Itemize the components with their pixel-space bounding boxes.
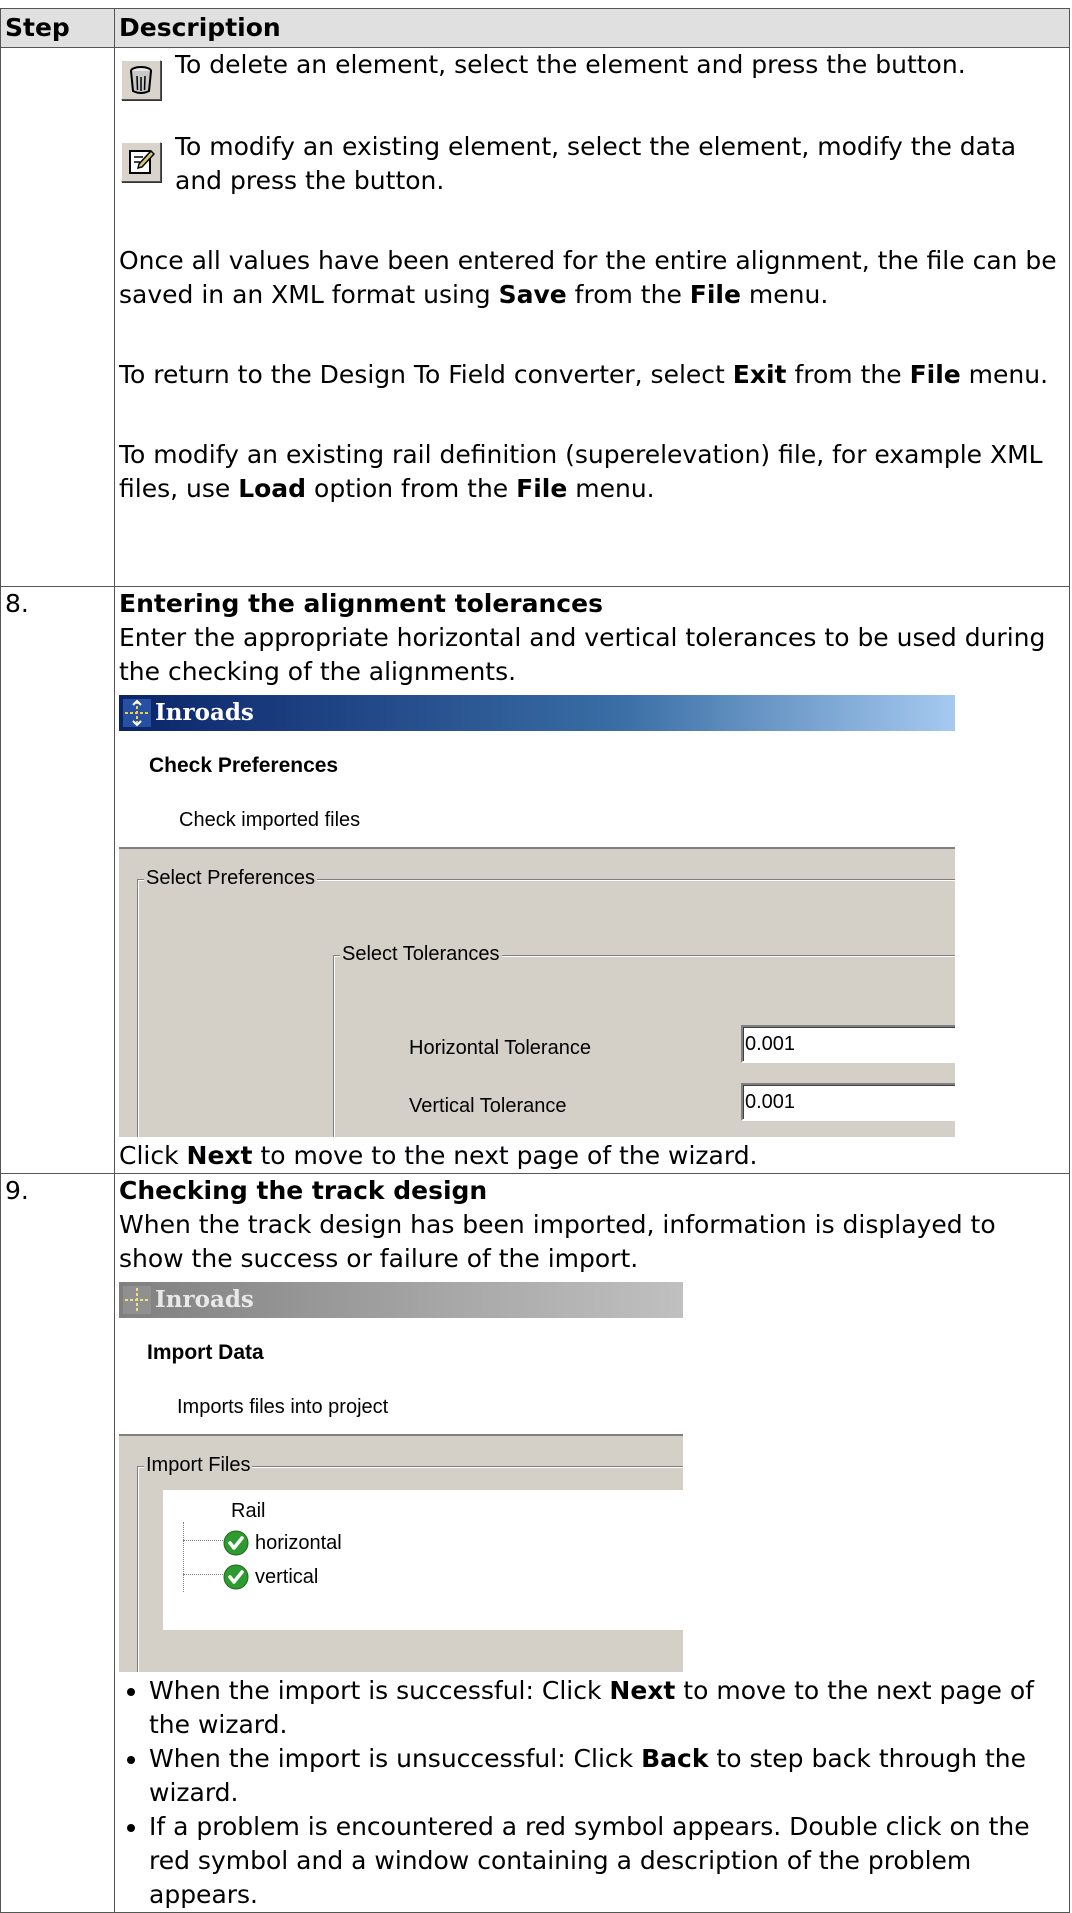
success-check-icon [223,1530,249,1556]
inroads-app-icon [123,1286,151,1314]
table-row: 8. Entering the alignment tolerances Ent… [0,586,1070,1174]
description-cell: To delete an element, select the element… [114,47,1070,587]
tree-item-vertical[interactable]: vertical [223,1560,318,1594]
step-number: 8. [0,586,115,1174]
vertical-tolerance-input[interactable]: 0.001 [741,1083,955,1121]
step-title: Checking the track design [119,1176,488,1205]
group-legend: Select Preferences [144,866,317,890]
import-data-dialog: Inroads Import Data Imports files into p… [119,1282,683,1672]
table-row: 9. Checking the track design When the tr… [0,1173,1070,1913]
wizard-page-subtitle: Imports files into project [177,1396,389,1418]
import-tree: Rail horizontal vertical [163,1490,683,1630]
wizard-header: Check Preferences Check imported files [119,731,955,849]
group-legend: Import Files [144,1453,253,1477]
dialog-titlebar: Inroads [119,1282,683,1318]
step-intro: When the track design has been imported,… [119,1210,996,1273]
bullet-list: When the import is successful: Click Nex… [119,1674,1065,1912]
wizard-page-title: Check Preferences [149,754,339,777]
horizontal-tolerance-label: Horizontal Tolerance [409,1037,591,1059]
list-item: When the import is unsuccessful: Click B… [149,1742,1065,1810]
table-row: To delete an element, select the element… [0,47,1070,587]
description-cell: Entering the alignment tolerances Enter … [114,586,1070,1174]
modify-button[interactable] [121,142,161,182]
description-cell: Checking the track design When the track… [114,1173,1070,1913]
step-intro: Enter the appropriate horizontal and ver… [119,623,1046,686]
horizontal-tolerance-input[interactable]: 0.001 [741,1025,955,1063]
header-description: Description [114,8,1070,48]
check-preferences-dialog: Inroads Check Preferences Check imported… [119,695,955,1137]
inroads-app-icon [123,699,151,727]
wizard-page-subtitle: Check imported files [179,809,361,831]
success-check-icon [223,1564,249,1590]
dialog-title: Inroads [155,1286,254,1313]
dialog-title: Inroads [155,699,254,726]
trash-bin-icon [130,66,152,94]
wizard-page-title: Import Data [147,1341,264,1364]
delete-instruction: To delete an element, select the element… [119,48,1065,100]
list-item: If a problem is encountered a red symbol… [149,1810,1065,1912]
tree-item-label: horizontal [255,1532,342,1554]
tree-root-rail[interactable]: Rail [231,1494,265,1528]
tree-item-horizontal[interactable]: horizontal [223,1526,342,1560]
wizard-header: Import Data Imports files into project [119,1318,683,1436]
table-header-row: Step Description [0,8,1070,48]
delete-button[interactable] [121,60,161,100]
exit-paragraph: To return to the Design To Field convert… [119,360,1049,389]
load-paragraph: To modify an existing rail definition (s… [119,440,1043,503]
dialog-titlebar: Inroads [119,695,955,731]
step-cell-empty [0,47,115,587]
save-paragraph: Once all values have been entered for th… [119,246,1057,309]
step-number: 9. [0,1173,115,1913]
next-instruction: Click Next to move to the next page of t… [119,1141,758,1170]
delete-text: To delete an element, select the element… [175,50,966,79]
modify-text: To modify an existing element, select th… [175,132,1017,195]
header-step: Step [0,8,115,48]
modify-instruction: To modify an existing element, select th… [119,130,1065,198]
step-title: Entering the alignment tolerances [119,589,603,618]
tree-item-label: vertical [255,1566,319,1588]
edit-document-icon [129,149,155,174]
list-item: When the import is successful: Click Nex… [149,1674,1065,1742]
group-legend: Select Tolerances [340,942,502,966]
vertical-tolerance-label: Vertical Tolerance [409,1095,567,1117]
step-table: Step Description To delete an element, s… [0,8,1070,1913]
